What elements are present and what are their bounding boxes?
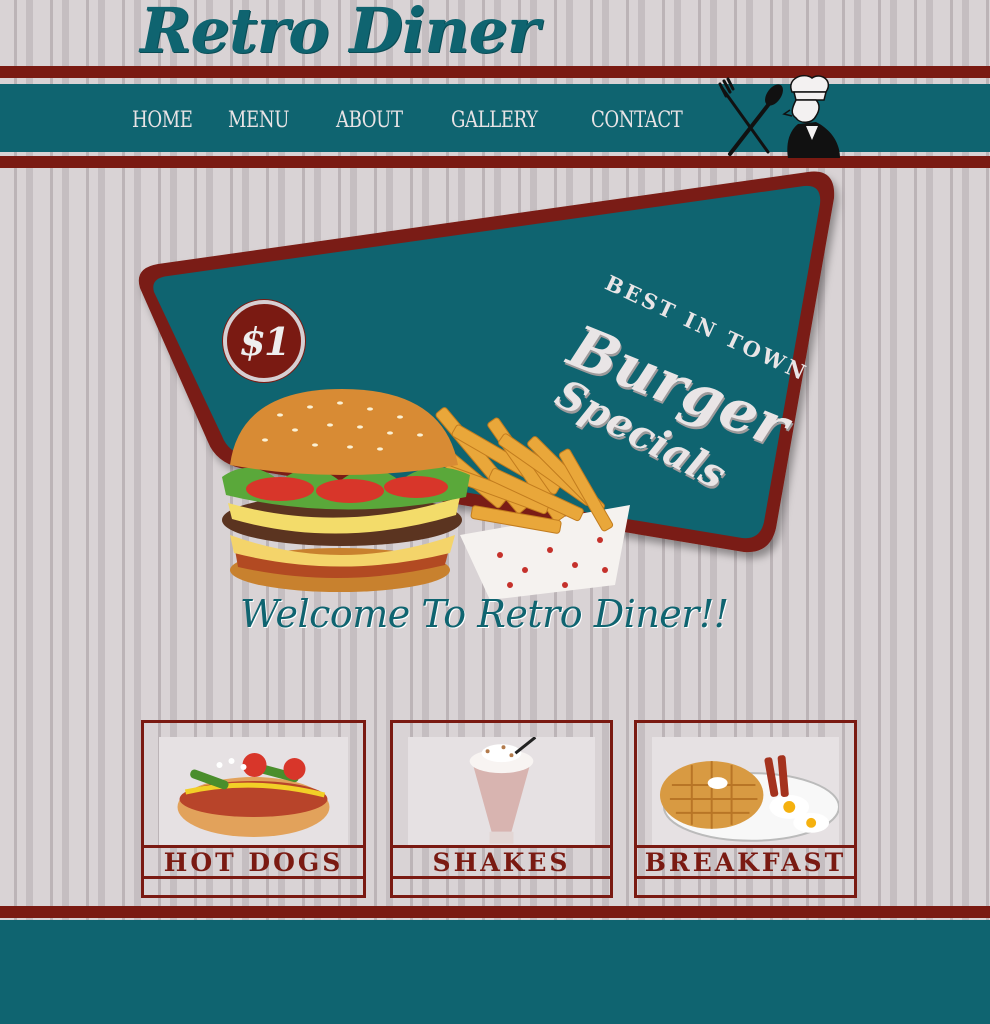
site-logo[interactable]: Retro Diner <box>140 0 540 67</box>
nav-about[interactable]: ABOUT <box>336 108 403 133</box>
card-label-bar: BREAKFAST <box>637 845 854 879</box>
nav-gallery[interactable]: GALLERY <box>451 108 538 133</box>
card-label-shakes: SHAKES <box>432 847 571 877</box>
card-label-bar: HOT DOGS <box>144 845 363 879</box>
footer <box>0 920 990 1024</box>
card-shakes[interactable]: SHAKES <box>390 720 613 898</box>
card-label-hot-dogs: HOT DOGS <box>163 847 344 877</box>
chef-fork-spoon-icon <box>718 74 840 158</box>
hot-dog-image <box>159 737 348 847</box>
burger-fries-image <box>222 389 630 600</box>
nav-menu[interactable]: MENU <box>228 108 289 133</box>
welcome-heading: Welcome To Retro Diner!! <box>240 592 729 636</box>
card-breakfast[interactable]: BREAKFAST <box>634 720 857 898</box>
card-hot-dogs[interactable]: HOT DOGS <box>141 720 366 898</box>
milkshake-image <box>408 736 595 847</box>
card-label-breakfast: BREAKFAST <box>644 847 847 877</box>
card-label-bar: SHAKES <box>393 845 610 879</box>
nav-home[interactable]: HOME <box>132 108 193 133</box>
footer-top-stripe <box>0 906 990 918</box>
waffles-eggs-image <box>652 737 840 847</box>
nav-contact[interactable]: CONTACT <box>591 108 683 133</box>
main-nav: HOME MENU ABOUT GALLERY CONTACT <box>132 108 737 133</box>
price-badge: $1 <box>223 300 305 382</box>
